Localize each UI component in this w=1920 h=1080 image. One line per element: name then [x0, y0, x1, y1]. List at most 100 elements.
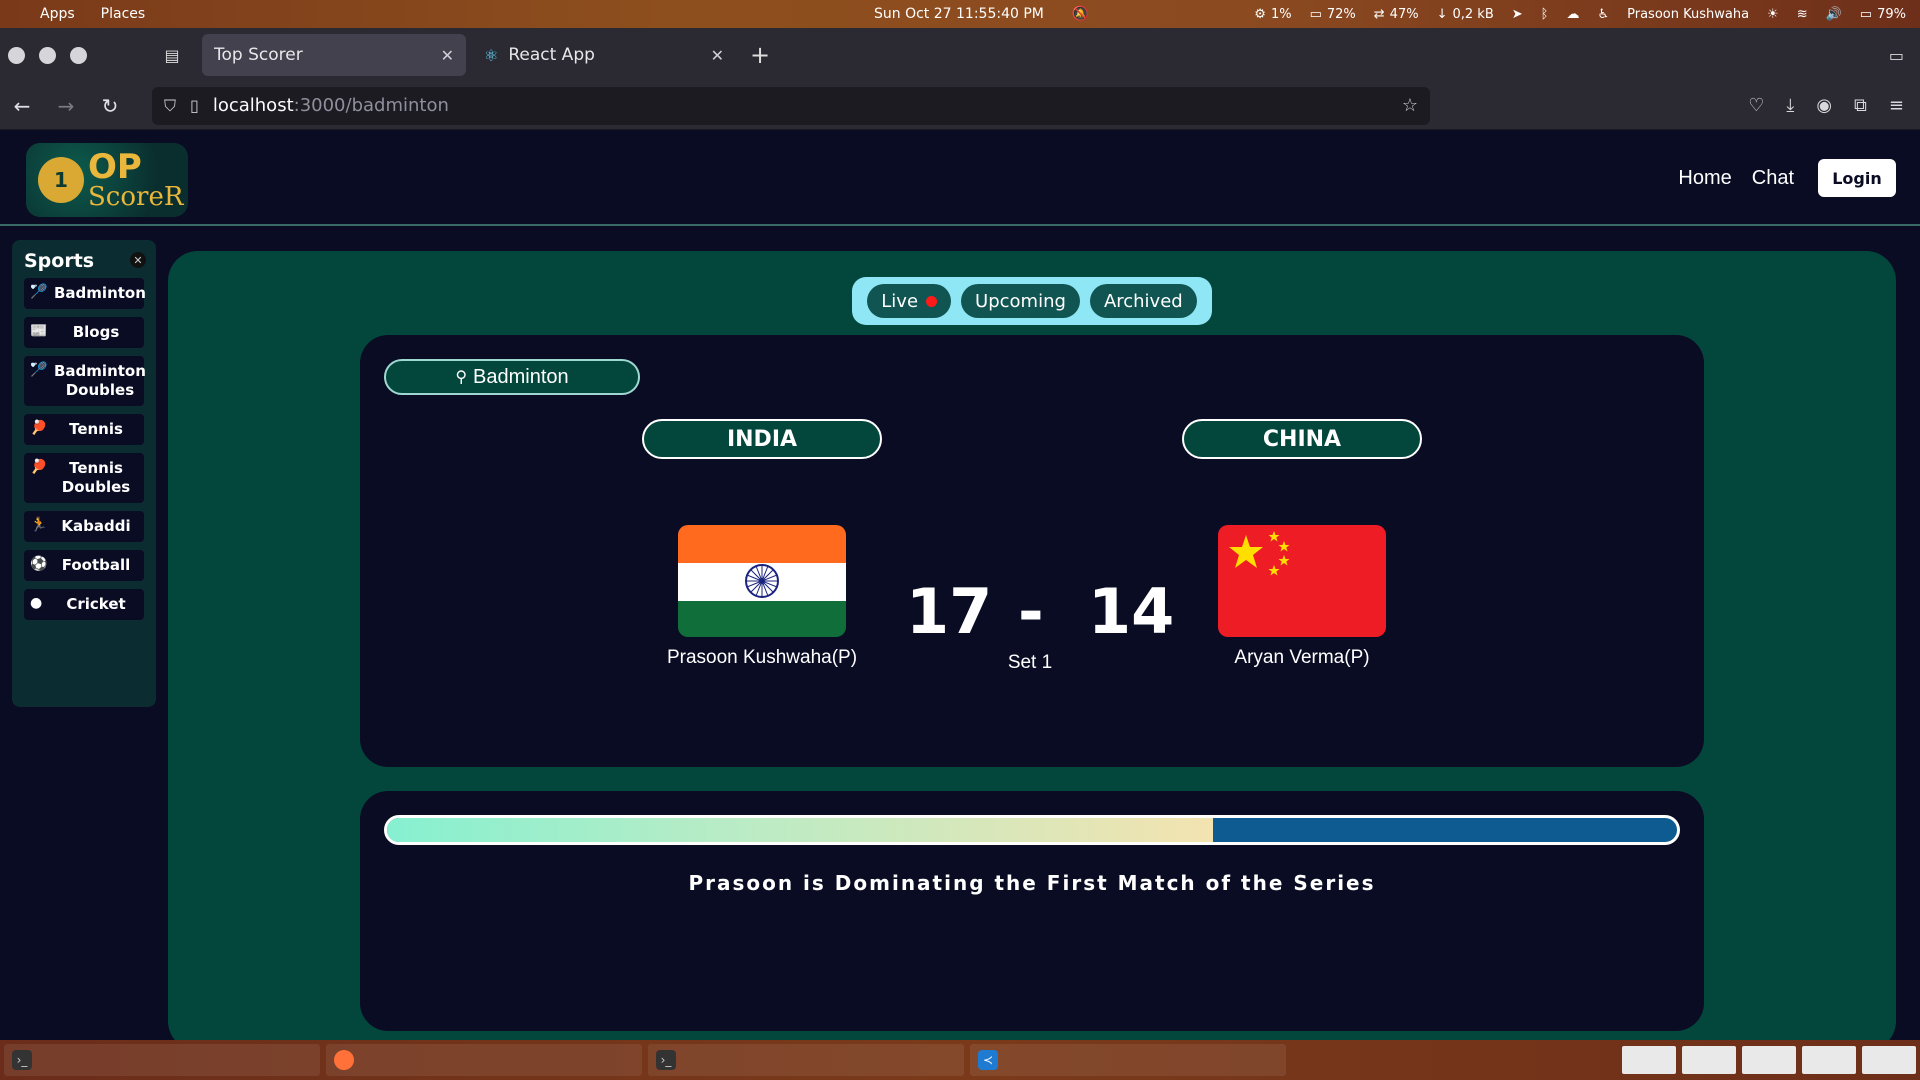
summary-card: Prasoon is Dominating the First Match of…	[360, 791, 1704, 1031]
new-tab-button[interactable]: +	[742, 41, 778, 69]
accessibility-icon[interactable]: ♿	[1597, 7, 1609, 22]
taskbar-terminal-2[interactable]: ›_	[648, 1044, 964, 1076]
workspace-2[interactable]	[1682, 1046, 1736, 1074]
taskbar-terminal[interactable]: ›_	[4, 1044, 320, 1076]
react-icon: ⚛	[484, 45, 499, 65]
os-places-menu[interactable]: Places	[101, 6, 146, 22]
window-minimize-button[interactable]	[39, 46, 56, 64]
memory-indicator[interactable]: ▭ 72%	[1310, 7, 1356, 22]
workspace-3[interactable]	[1742, 1046, 1796, 1074]
vscode-icon: ≺	[978, 1050, 998, 1070]
telegram-icon[interactable]: ➤	[1512, 7, 1523, 22]
logo-text-top: OP	[88, 147, 142, 187]
tab-archived[interactable]: Archived	[1089, 284, 1197, 318]
notifications-off-icon[interactable]: 🔕	[1072, 6, 1089, 22]
workspace-4[interactable]	[1802, 1046, 1856, 1074]
site-header: 1 OP ScoreR Home Chat Login	[0, 131, 1920, 226]
memory-icon: ▭	[1309, 6, 1322, 22]
battery-icon: ▭	[1859, 6, 1873, 22]
browser-tab-top-scorer[interactable]: Top Scorer ✕	[202, 34, 466, 76]
cloud-icon[interactable]: ☁	[1566, 7, 1579, 22]
live-dot-icon	[926, 295, 938, 307]
browser-tab-bar: ▤ Top Scorer ✕ ⚛ React App ✕ + ▭	[0, 28, 1920, 82]
extensions-icon[interactable]: ⧉	[1854, 95, 1867, 116]
workspace-5[interactable]	[1862, 1046, 1916, 1074]
workspace-switcher	[1622, 1046, 1916, 1074]
set-label: Set 1	[1007, 652, 1053, 673]
window-close-button[interactable]	[8, 46, 25, 64]
cpu-indicator[interactable]: ⚙ 1%	[1254, 7, 1291, 22]
sidebar-item-tennis[interactable]: 🏓 Tennis	[24, 414, 144, 445]
login-button[interactable]: Login	[1818, 159, 1896, 197]
close-icon[interactable]: ✕	[441, 46, 454, 65]
match-filter-tabs: Live Upcoming Archived	[852, 277, 1212, 325]
team-b-name: CHINA	[1182, 419, 1422, 459]
sidebar-item-blogs[interactable]: 📰 Blogs	[24, 317, 144, 348]
taskbar-firefox[interactable]	[326, 1044, 642, 1076]
brightness-icon[interactable]: ☀	[1767, 7, 1779, 22]
team-a-name: INDIA	[642, 419, 882, 459]
tab-list-icon[interactable]: ▤	[152, 35, 192, 75]
pocket-icon[interactable]: ♡	[1748, 95, 1764, 116]
os-top-bar: Apps Places Sun Oct 27 11:55:40 PM 🔕 ⚙ 1%…	[0, 0, 1920, 28]
address-bar[interactable]: ⛉ ▯ localhost:3000/badminton ☆	[152, 86, 1430, 125]
os-apps-menu[interactable]: Apps	[40, 6, 75, 22]
window-controls	[0, 46, 150, 64]
taskbar-vscode[interactable]: ≺	[970, 1044, 1286, 1076]
newspaper-icon: 📰	[30, 323, 48, 339]
india-flag-icon	[678, 525, 846, 637]
account-icon[interactable]: ◉	[1816, 95, 1832, 116]
sidebar-item-badminton-doubles[interactable]: 🏸 Badminton Doubles	[24, 356, 146, 406]
reload-icon[interactable]: ↻	[88, 94, 132, 118]
page-icon[interactable]: ▯	[190, 96, 199, 115]
sidebar-item-football[interactable]: ⚽ Football	[24, 550, 144, 581]
close-icon[interactable]: ✕	[711, 46, 724, 65]
browser-tab-react-app[interactable]: ⚛ React App ✕	[472, 34, 736, 76]
shuttlecock-icon: 🏸	[30, 362, 48, 378]
shuttlecock-icon: 🏸	[30, 284, 48, 300]
tab-upcoming[interactable]: Upcoming	[961, 284, 1080, 318]
nav-chat-link[interactable]: Chat	[1752, 167, 1794, 190]
menu-icon[interactable]: ≡	[1889, 95, 1904, 116]
back-arrow-icon[interactable]: ←	[0, 94, 44, 118]
sidebar-item-tennis-doubles[interactable]: 🏓 Tennis Doubles	[24, 453, 144, 503]
url-host: localhost	[212, 95, 294, 116]
swap-icon: ⇄	[1373, 6, 1385, 22]
nav-home-link[interactable]: Home	[1678, 167, 1731, 190]
battery-indicator[interactable]: ▭ 79%	[1860, 7, 1906, 22]
close-icon[interactable]: ✕	[130, 252, 146, 268]
ball-icon: ●	[30, 595, 43, 611]
sport-tag[interactable]: ⚲ Badminton	[384, 359, 640, 395]
url-path: :3000/badminton	[293, 95, 449, 116]
swap-indicator[interactable]: ⇄ 47%	[1374, 7, 1419, 22]
site-logo[interactable]: 1 OP ScoreR	[26, 143, 188, 217]
volume-icon[interactable]: 🔊	[1826, 7, 1842, 22]
table-tennis-icon: 🏓	[30, 420, 48, 436]
bluetooth-icon[interactable]: ᛒ	[1541, 7, 1549, 22]
network-indicator[interactable]: ↓ 0,2 kB	[1437, 7, 1494, 22]
table-tennis-icon: 🏓	[30, 459, 48, 475]
sidebar-item-kabaddi[interactable]: 🏃 Kabaddi	[24, 511, 144, 542]
forward-arrow-icon[interactable]: →	[44, 94, 88, 118]
sidebar-toggle-icon[interactable]: ▭	[1889, 46, 1904, 65]
sidebar-item-cricket[interactable]: ● Cricket	[24, 589, 144, 620]
sidebar-item-badminton[interactable]: 🏸 Badminton	[24, 278, 146, 309]
tab-live[interactable]: Live	[867, 284, 952, 318]
progress-fill	[387, 818, 1213, 842]
shield-icon[interactable]: ⛉	[164, 96, 176, 116]
dominance-progress-bar	[384, 815, 1680, 845]
china-flag-icon	[1218, 525, 1386, 637]
download-arrow-icon: ↓	[1436, 6, 1448, 22]
main-panel: Live Upcoming Archived ⚲ Badminton INDIA…	[168, 251, 1896, 1051]
bookmark-star-icon[interactable]: ☆	[1402, 95, 1418, 116]
workspace-1[interactable]	[1622, 1046, 1676, 1074]
os-user-name[interactable]: Prasoon Kushwaha	[1627, 7, 1749, 22]
football-icon: ⚽	[30, 556, 48, 572]
os-clock[interactable]: Sun Oct 27 11:55:40 PM	[874, 6, 1044, 22]
window-maximize-button[interactable]	[70, 46, 87, 64]
wifi-icon[interactable]: ≋	[1797, 7, 1808, 22]
download-icon[interactable]: ⤓	[1786, 95, 1794, 116]
sidebar-title: Sports	[24, 250, 95, 272]
firefox-icon	[334, 1050, 354, 1070]
os-taskbar: ›_ ›_ ≺	[0, 1040, 1920, 1080]
